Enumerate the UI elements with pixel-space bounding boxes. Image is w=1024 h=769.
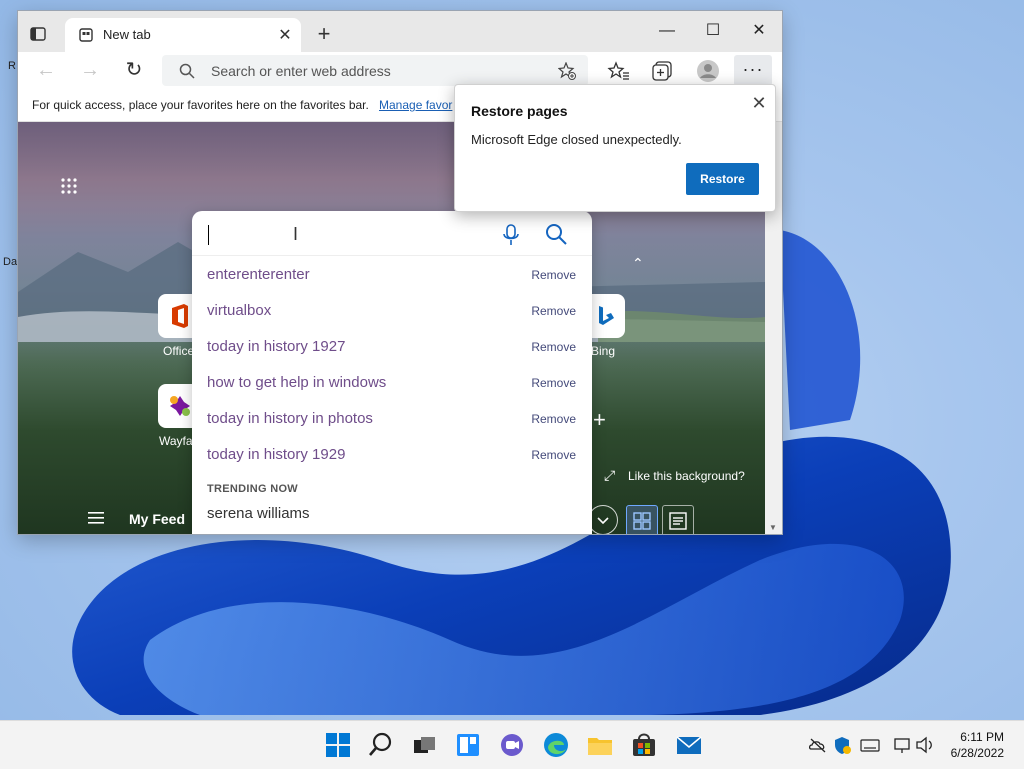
widgets-icon[interactable] xyxy=(454,731,482,759)
remove-suggestion-button[interactable]: Remove xyxy=(531,448,576,462)
suggestion-text: today in history in photos xyxy=(207,410,373,427)
task-view-icon[interactable] xyxy=(410,731,438,759)
add-quick-link-button[interactable]: + xyxy=(593,407,606,433)
suggestion-item[interactable]: today in history in photos Remove xyxy=(192,400,592,436)
quick-link-label-wayfair: Wayfa xyxy=(159,434,193,448)
address-placeholder: Search or enter web address xyxy=(211,63,391,79)
remove-suggestion-button[interactable]: Remove xyxy=(531,340,576,354)
suggestion-text: today in history 1929 xyxy=(207,446,346,463)
search-suggestions-panel: I enterenterenter Remove virtualbox Remo… xyxy=(192,211,592,534)
suggestion-text: virtualbox xyxy=(207,302,272,319)
list-view-button[interactable] xyxy=(662,505,694,534)
restore-pages-dialog: Restore pages ✕ Microsoft Edge closed un… xyxy=(454,84,776,212)
maximize-button[interactable]: ☐ xyxy=(690,19,736,43)
tab-strip: New tab ✕ + — ☐ ✕ xyxy=(18,11,782,52)
apps-launcher-icon[interactable] xyxy=(60,177,78,195)
new-tab-favicon-icon xyxy=(79,28,93,42)
search-submit-icon[interactable] xyxy=(545,223,567,245)
store-icon[interactable] xyxy=(630,731,658,759)
file-explorer-icon[interactable] xyxy=(586,731,614,759)
clock-date: 6/28/2022 xyxy=(950,746,1004,760)
tab-title: New tab xyxy=(103,27,151,42)
desktop-icon-fragment: Da xyxy=(3,256,18,268)
add-favorite-icon[interactable] xyxy=(558,62,576,80)
search-icon xyxy=(179,63,195,79)
refresh-button[interactable]: ↻ xyxy=(121,59,147,83)
remove-suggestion-button[interactable]: Remove xyxy=(531,304,576,318)
microphone-icon[interactable] xyxy=(502,224,520,246)
tab-close-icon[interactable]: ✕ xyxy=(275,25,295,45)
suggestion-item[interactable]: virtualbox Remove xyxy=(192,292,592,328)
trending-header: TRENDING NOW xyxy=(207,483,298,495)
chat-icon[interactable] xyxy=(498,731,526,759)
collapse-chevron-icon[interactable]: ⌃ xyxy=(632,255,644,272)
trending-item[interactable]: serena williams xyxy=(207,505,310,522)
suggestion-item[interactable]: how to get help in windows Remove xyxy=(192,364,592,400)
ibeam-cursor-icon: I xyxy=(293,224,299,244)
close-window-button[interactable]: ✕ xyxy=(736,19,782,43)
dialog-title: Restore pages xyxy=(471,103,568,119)
tab-new-tab[interactable]: New tab ✕ xyxy=(65,18,301,52)
feed-menu-icon[interactable] xyxy=(88,512,104,524)
grid-view-button[interactable] xyxy=(626,505,658,534)
like-background-link[interactable]: Like this background? xyxy=(628,469,745,483)
clock-time: 6:11 PM xyxy=(960,730,1004,744)
back-button[interactable]: ← xyxy=(33,59,59,83)
onedrive-icon[interactable] xyxy=(808,735,828,755)
suggestion-item[interactable]: today in history 1929 Remove xyxy=(192,436,592,472)
tab-actions-icon[interactable] xyxy=(30,27,46,41)
remove-suggestion-button[interactable]: Remove xyxy=(531,268,576,282)
suggestion-text: enterenterenter xyxy=(207,266,310,283)
suggestion-item[interactable]: today in history 1927 Remove xyxy=(192,328,592,364)
edge-icon[interactable] xyxy=(542,731,570,759)
suggestion-text: how to get help in windows xyxy=(207,374,387,391)
grid-view-icon xyxy=(633,512,651,530)
my-feed-label[interactable]: My Feed xyxy=(129,511,185,527)
quick-link-label-bing: Bing xyxy=(591,344,616,358)
suggestion-item[interactable]: enterenterenter Remove xyxy=(192,256,592,292)
settings-more-button[interactable]: ··· xyxy=(734,55,772,86)
minimize-button[interactable]: — xyxy=(644,19,690,43)
favorites-icon[interactable] xyxy=(606,58,632,84)
search-icon[interactable] xyxy=(367,731,395,759)
manage-favorites-link[interactable]: Manage favor xyxy=(379,98,452,112)
new-tab-button[interactable]: + xyxy=(313,23,335,45)
system-clock[interactable]: 6:11 PM 6/28/2022 xyxy=(951,729,1004,761)
list-view-icon xyxy=(669,512,687,530)
remove-suggestion-button[interactable]: Remove xyxy=(531,376,576,390)
suggestion-text: today in history 1927 xyxy=(207,338,346,355)
forward-button[interactable]: → xyxy=(77,59,103,83)
favorites-bar-message: For quick access, place your favorites h… xyxy=(32,98,369,112)
scroll-down-chevron-icon[interactable] xyxy=(588,505,618,534)
desktop-icon-fragment: R xyxy=(8,60,16,72)
quick-link-label-office: Office xyxy=(163,344,195,358)
collections-icon[interactable] xyxy=(650,58,676,84)
taskbar: 6:11 PM 6/28/2022 xyxy=(0,720,1024,769)
dialog-close-icon[interactable]: ✕ xyxy=(749,93,769,114)
start-icon[interactable] xyxy=(324,731,352,759)
mail-icon[interactable] xyxy=(675,731,703,759)
dialog-message: Microsoft Edge closed unexpectedly. xyxy=(471,132,682,147)
address-bar[interactable]: Search or enter web address xyxy=(162,55,588,86)
restore-button[interactable]: Restore xyxy=(686,163,759,195)
new-tab-search-input[interactable] xyxy=(206,223,490,249)
volume-icon[interactable] xyxy=(915,735,935,755)
remove-suggestion-button[interactable]: Remove xyxy=(531,412,576,426)
profile-avatar-icon[interactable] xyxy=(695,58,721,84)
scroll-down-arrow-icon[interactable]: ▼ xyxy=(769,523,777,532)
text-cursor xyxy=(208,225,209,245)
network-icon[interactable] xyxy=(893,735,913,755)
keyboard-icon[interactable] xyxy=(860,735,880,755)
expand-icon[interactable]: ⤢ xyxy=(604,467,615,484)
security-shield-icon[interactable] xyxy=(832,735,852,755)
